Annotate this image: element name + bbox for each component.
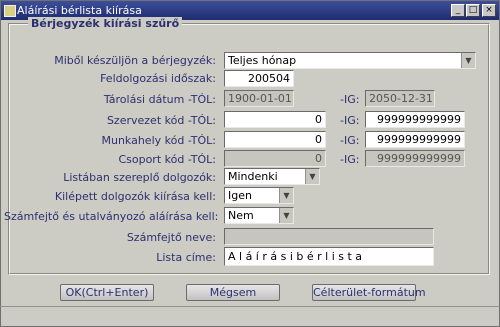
- org-code-from-input[interactable]: 0: [224, 111, 326, 128]
- filter-group-title: Bérjegyzék kiírási szűrő: [28, 17, 183, 30]
- listed-employees-value: Mindenki: [228, 170, 278, 183]
- workplace-code-from-input[interactable]: 0: [224, 131, 326, 148]
- period-label: Feldolgozási időszak:: [100, 72, 216, 85]
- minimize-button[interactable]: _: [451, 4, 465, 17]
- listed-employees-select[interactable]: Mindenki ▼: [224, 168, 320, 185]
- window-title: Aláírási bérlista kiírása: [17, 4, 142, 17]
- workplace-code-ig-label: -IG:: [340, 134, 360, 147]
- clerk-name-input: [224, 228, 434, 245]
- storage-date-label: Tárolási dátum -TÓL:: [103, 93, 216, 106]
- left-employees-label: Kilépett dolgozók kiírása kell:: [54, 190, 216, 203]
- chevron-down-icon[interactable]: ▼: [305, 169, 319, 184]
- target-format-button[interactable]: Célterület-formátum: [312, 284, 426, 301]
- close-button[interactable]: ×: [482, 4, 496, 17]
- org-code-ig-label: -IG:: [340, 114, 360, 127]
- signature-value: Nem: [228, 209, 254, 222]
- group-code-label: Csoport kód -TÓL:: [118, 153, 216, 166]
- ok-button[interactable]: OK(Ctrl+Enter): [60, 284, 154, 301]
- cancel-button[interactable]: Mégsem: [186, 284, 280, 301]
- app-icon: [4, 5, 16, 17]
- org-code-label: Szervezet kód -TÓL:: [106, 114, 216, 127]
- source-select[interactable]: Teljes hónap ▼: [224, 52, 476, 69]
- group-code-to-input: 999999999999: [365, 150, 465, 167]
- maximize-button[interactable]: □: [466, 4, 480, 17]
- period-input[interactable]: 200504: [224, 70, 294, 87]
- chevron-down-icon[interactable]: ▼: [279, 208, 293, 223]
- org-code-to-input[interactable]: 999999999999: [365, 111, 465, 128]
- left-employees-value: Igen: [228, 189, 252, 202]
- signature-select[interactable]: Nem ▼: [224, 207, 294, 224]
- clerk-name-label: Számfejtő neve:: [126, 231, 216, 244]
- group-code-from-input: 0: [224, 150, 326, 167]
- workplace-code-to-input[interactable]: 999999999999: [365, 131, 465, 148]
- listed-employees-label: Listában szereplő dolgozók:: [63, 171, 216, 184]
- left-employees-select[interactable]: Igen ▼: [224, 187, 294, 204]
- workplace-code-label: Munkahely kód -TÓL:: [101, 134, 216, 147]
- storage-date-ig-label: -IG:: [340, 93, 360, 106]
- storage-date-to: 2050-12-31: [365, 90, 435, 107]
- group-code-ig-label: -IG:: [340, 153, 360, 166]
- source-value: Teljes hónap: [228, 54, 297, 67]
- list-title-input[interactable]: A l á í r á s i b é r l i s t a: [224, 247, 434, 266]
- storage-date-from: 1900-01-01: [224, 90, 294, 107]
- source-label: Miből készüljön a bérjegyzék:: [54, 54, 216, 67]
- window-bottom-divider: [0, 306, 500, 307]
- chevron-down-icon[interactable]: ▼: [461, 53, 475, 68]
- chevron-down-icon[interactable]: ▼: [279, 188, 293, 203]
- list-title-label: Lista címe:: [156, 251, 216, 264]
- signature-label: Számfejtő és utalványozó aláírása kell:: [4, 210, 219, 223]
